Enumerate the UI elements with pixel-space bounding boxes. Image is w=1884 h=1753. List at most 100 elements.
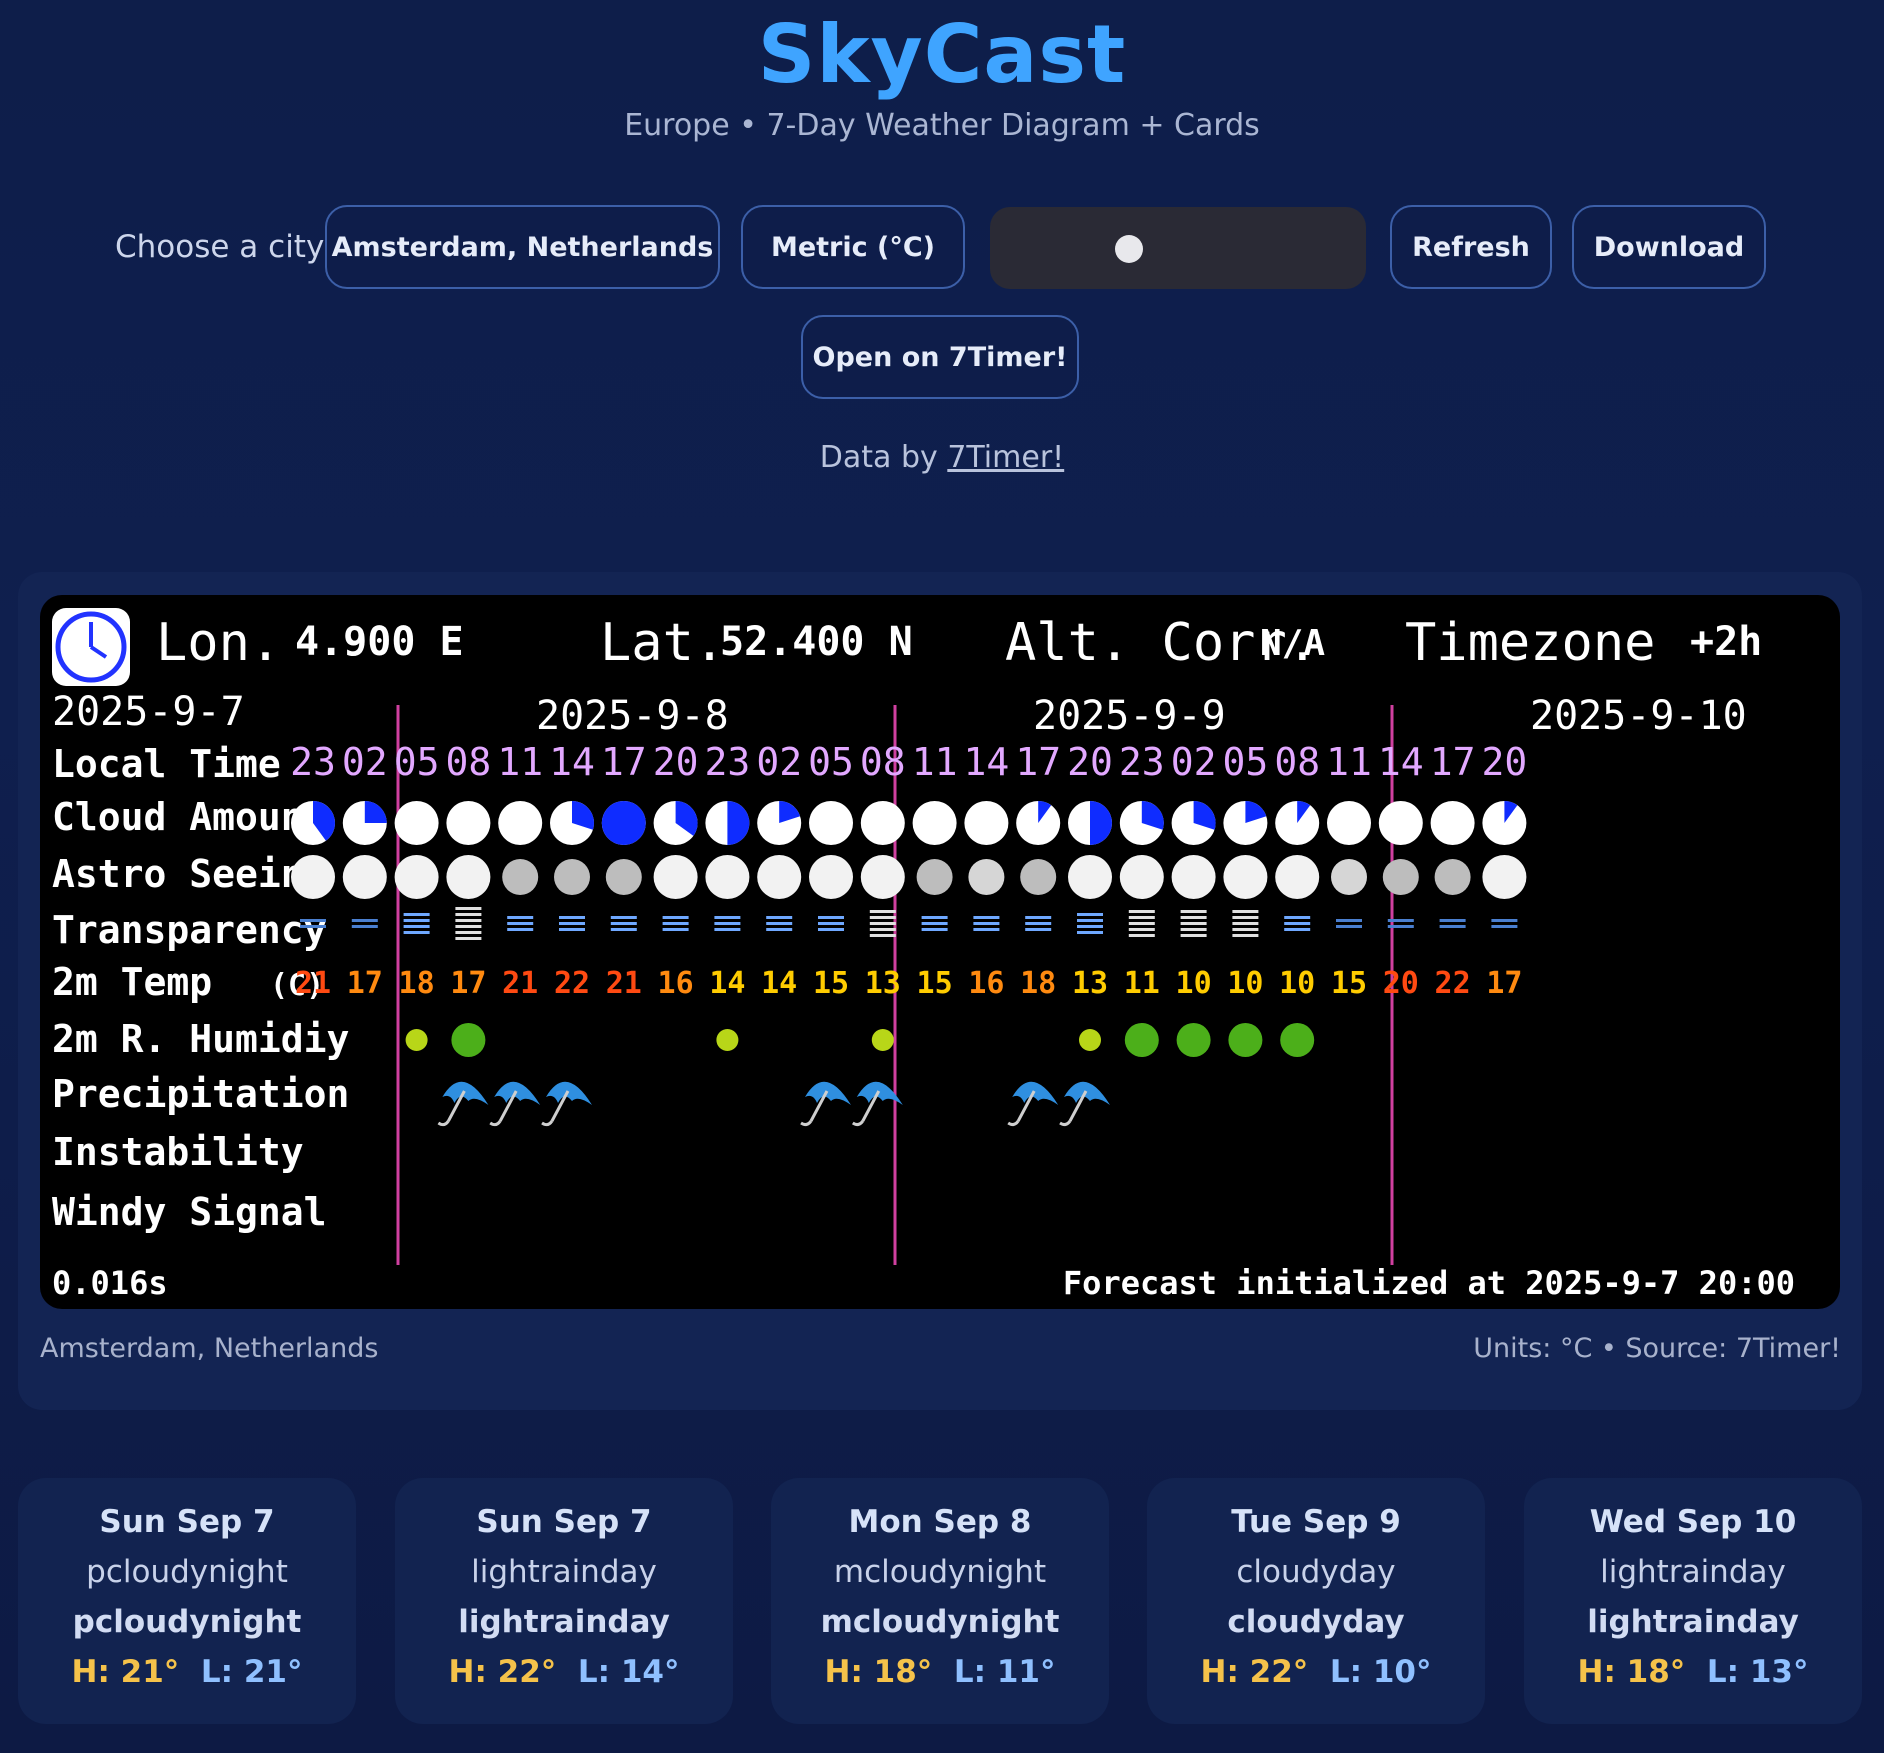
forecast-card[interactable]: Mon Sep 8 mcloudynight mcloudynight H: 1… <box>771 1478 1109 1724</box>
lon-label: Lon. <box>156 613 281 673</box>
theme-toggle[interactable] <box>990 207 1366 289</box>
transparency-bar <box>1025 922 1052 925</box>
temp-value: 14 <box>709 966 745 1001</box>
temp-value: 17 <box>347 966 383 1001</box>
transparency-bar <box>1284 916 1311 919</box>
temp-value: 21 <box>606 966 642 1001</box>
seeing-icon <box>1171 855 1216 899</box>
umbrella-hook <box>851 1120 865 1127</box>
cloud-amount-fill <box>727 801 750 845</box>
date-label-2: 2025-9-9 <box>1033 693 1226 739</box>
umbrella-icon <box>546 1081 592 1105</box>
humidity-dot <box>451 1023 486 1057</box>
card-high: H: 22° <box>448 1654 557 1690</box>
transparency-bar <box>766 916 793 919</box>
row-label-seeing: Astro Seeing <box>52 852 327 896</box>
cloud-amount-icon <box>394 801 439 845</box>
lat-label: Lat. <box>600 613 725 673</box>
humidity-dot <box>1280 1023 1315 1057</box>
cloud-amount-fill <box>1090 801 1112 845</box>
temp-value: 20 <box>1383 966 1419 1001</box>
card-high: H: 21° <box>71 1654 180 1690</box>
row-label-temp: 2m Temp <box>52 960 212 1004</box>
tz-label: Timezone <box>1405 613 1655 673</box>
time-label: 02 <box>756 740 802 784</box>
card-low: L: 11° <box>953 1654 1056 1690</box>
transparency-bar <box>1025 916 1052 919</box>
seeing-icon <box>1331 859 1367 895</box>
units-select[interactable]: Metric (°C) <box>741 205 965 289</box>
time-label: 11 <box>1326 740 1372 784</box>
transparency-bar <box>1077 919 1103 922</box>
cloud-amount-icon <box>1016 801 1061 845</box>
transparency-bar <box>403 913 430 916</box>
transparency-bar <box>1180 934 1207 937</box>
transparency-bar <box>818 928 844 931</box>
transparency-bar <box>1232 916 1259 919</box>
cloud-amount-fill <box>601 801 646 845</box>
card-condition-bold: pcloudynight <box>72 1604 302 1640</box>
card-condition-bold: lightrainday <box>458 1604 670 1640</box>
controls-bar: Choose a city Amsterdam, Netherlands Met… <box>0 205 1884 399</box>
transparency-bar <box>1025 928 1052 931</box>
date-label-1: 2025-9-8 <box>536 693 729 739</box>
humidity-dot <box>1228 1023 1263 1057</box>
forecast-card[interactable]: Sun Sep 7 lightrainday lightrainday H: 2… <box>395 1478 733 1724</box>
time-label: 05 <box>1223 740 1269 784</box>
transparency-bar <box>1180 922 1207 925</box>
transparency-bar <box>818 916 844 919</box>
city-select[interactable]: Amsterdam, Netherlands <box>325 205 720 289</box>
transparency-bar <box>662 928 689 931</box>
seeing-icon <box>916 859 953 895</box>
seeing-icon <box>1068 855 1112 899</box>
app-subtitle: Europe • 7-Day Weather Diagram + Cards <box>624 108 1260 143</box>
forecast-card[interactable]: Wed Sep 10 lightrainday lightrainday H: … <box>1524 1478 1862 1724</box>
card-low: L: 21° <box>200 1654 303 1690</box>
temp-value: 15 <box>917 966 953 1001</box>
card-high: H: 22° <box>1200 1654 1309 1690</box>
download-button[interactable]: Download <box>1572 205 1766 289</box>
card-condition: pcloudynight <box>86 1554 288 1590</box>
time-label: 17 <box>1015 740 1061 784</box>
cloud-amount-icon <box>498 801 543 845</box>
transparency-bar <box>351 919 378 922</box>
init-label: Forecast initialized at 2025-9-7 20:00 <box>1063 1264 1795 1302</box>
open-7timer-button[interactable]: Open on 7Timer! <box>801 315 1079 399</box>
time-label: 05 <box>808 740 854 784</box>
temp-value: 22 <box>1435 966 1471 1001</box>
forecast-card[interactable]: Tue Sep 9 cloudyday cloudyday H: 22° L: … <box>1147 1478 1485 1724</box>
transparency-bar <box>1128 910 1155 913</box>
temp-value: 10 <box>1279 966 1315 1001</box>
seeing-icon <box>1119 855 1164 899</box>
7timer-link[interactable]: 7Timer! <box>947 440 1064 475</box>
transparency-bar <box>714 922 741 925</box>
cloud-amount-icon <box>912 801 957 845</box>
card-low: L: 14° <box>577 1654 680 1690</box>
transparency-bar <box>559 922 585 925</box>
umbrella-hook <box>541 1120 554 1127</box>
toggle-knob[interactable] <box>1115 235 1143 263</box>
seeing-icon <box>291 855 335 899</box>
time-label: 17 <box>601 740 647 784</box>
transparency-bar <box>1387 925 1414 928</box>
transparency-bar <box>1387 919 1414 922</box>
card-high: H: 18° <box>1577 1654 1686 1690</box>
row-label-windy: Windy Signal <box>52 1190 327 1234</box>
card-temps: H: 21° L: 21° <box>18 1654 356 1690</box>
forecast-card[interactable]: Sun Sep 7 pcloudynight pcloudynight H: 2… <box>18 1478 356 1724</box>
transparency-bar <box>1077 913 1103 916</box>
card-condition: cloudyday <box>1236 1554 1396 1590</box>
forecast-columns: 23 21 02 17 05 18 08 17 11 21 14 22 17 21 20 16 23 14 02 14… <box>290 740 1527 1127</box>
transparency-bar <box>869 934 896 937</box>
temp-value: 10 <box>1176 966 1212 1001</box>
transparency-bar <box>1336 919 1362 922</box>
time-label: 17 <box>1430 740 1476 784</box>
seeing-icon <box>342 855 387 899</box>
refresh-button[interactable]: Refresh <box>1390 205 1552 289</box>
card-low: L: 10° <box>1329 1654 1432 1690</box>
seeing-icon <box>968 859 1005 895</box>
transparency-bar <box>1232 910 1259 913</box>
card-condition: mcloudynight <box>833 1554 1047 1590</box>
row-label-local-time: Local Time <box>52 742 281 786</box>
time-label: 14 <box>1378 740 1424 784</box>
